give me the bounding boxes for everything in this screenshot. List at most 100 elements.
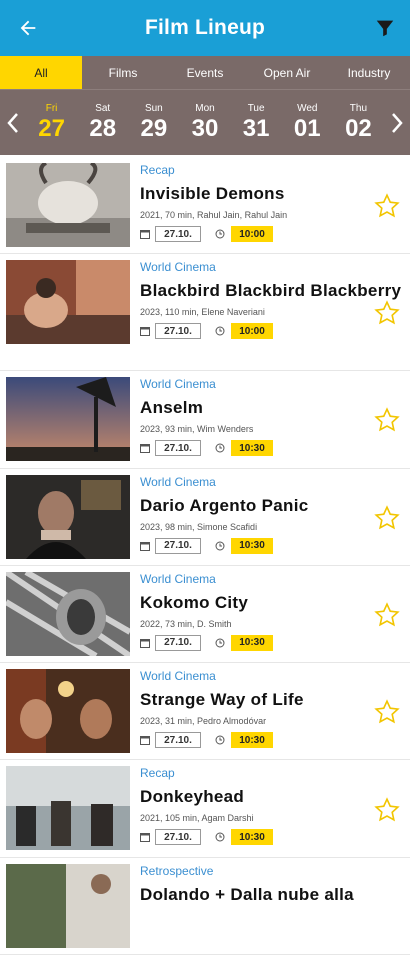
film-date: 27.10. [155,634,201,651]
film-date: 27.10. [155,829,201,846]
film-category: World Cinema [140,474,216,489]
film-category: World Cinema [140,377,216,392]
date-item[interactable]: Thu 02 [333,103,384,143]
date-number: 01 [293,114,321,142]
date-number: 02 [345,114,372,142]
tab-all[interactable]: All [0,56,82,89]
film-date: 27.10. [155,537,201,554]
date-weekday: Sun [144,102,163,114]
film-date: 27.10. [155,732,201,749]
category-tabs: All Films Events Open Air Industry [0,56,410,89]
film-title: Dolando + Dalla nube alla [140,884,354,904]
film-row[interactable]: World Cinema Kokomo City 2022, 73 min, D… [0,566,410,664]
film-thumbnail [6,260,130,345]
favorite-star-icon[interactable] [374,300,400,326]
calendar-icon [140,736,150,746]
clock-icon [215,443,225,453]
film-meta: 2023, 93 min, Wim Wenders [140,424,254,435]
date-weekday: Fri [45,102,58,114]
tab-open-air[interactable]: Open Air [246,56,328,89]
favorite-star-icon[interactable] [374,193,400,219]
date-weekday: Wed [297,102,318,114]
film-date: 27.10. [155,440,201,457]
film-row[interactable]: Retrospective Dolando + Dalla nube alla [0,858,410,955]
film-title: Kokomo City [140,592,249,612]
date-item[interactable]: Mon 30 [179,103,230,143]
date-item[interactable]: Tue 31 [231,103,282,143]
film-category: World Cinema [140,669,216,684]
calendar-icon [140,833,150,843]
film-row[interactable]: World Cinema Blackbird Blackbird Blackbe… [0,254,410,372]
clock-icon [215,541,225,551]
film-time: 10:30 [231,732,273,749]
film-thumbnail [6,163,130,247]
clock-icon [215,735,225,745]
film-thumbnail [6,377,130,462]
film-schedule: 27.10. 10:00 [140,226,410,242]
film-category: World Cinema [140,571,216,586]
film-thumbnail [6,669,130,754]
film-title: Anselm [140,398,204,418]
film-row[interactable]: Recap Invisible Demons 2021, 70 min, Rah… [0,157,410,255]
film-meta: 2021, 105 min, Agam Darshi [140,813,254,824]
date-item[interactable]: Wed 01 [282,103,333,143]
date-item[interactable]: Sun 29 [128,103,179,143]
film-thumbnail [6,863,130,948]
film-schedule: 27.10. 10:30 [140,634,410,651]
film-category: Recap [140,163,175,177]
favorite-star-icon[interactable] [374,796,400,823]
film-time: 10:00 [231,226,273,242]
page-title: Film Lineup [144,16,266,39]
film-thumbnail [6,571,130,656]
chevron-left-icon[interactable] [0,90,26,155]
date-item[interactable]: Fri 27 [26,103,77,143]
date-weekday: Mon [195,102,215,114]
film-title: Blackbird Blackbird Blackberry [140,281,402,301]
favorite-star-icon[interactable] [374,504,400,531]
film-schedule: 27.10. 10:30 [140,829,410,846]
calendar-icon [140,444,150,454]
film-meta: 2023, 98 min, Simone Scafidi [140,521,258,532]
film-meta: 2023, 110 min, Elene Naveriani [140,307,265,318]
film-schedule: 27.10. 10:00 [140,323,410,340]
film-title: Invisible Demons [140,184,285,203]
film-row[interactable]: World Cinema Strange Way of Life 2023, 3… [0,663,410,761]
film-schedule: 27.10. 10:30 [140,537,410,554]
tab-industry[interactable]: Industry [328,56,410,89]
clock-icon [215,229,225,239]
calendar-icon [140,541,150,551]
film-category: Retrospective [140,863,214,878]
favorite-star-icon[interactable] [374,699,400,725]
clock-icon [215,832,225,842]
film-row[interactable]: World Cinema Anselm 2023, 93 min, Wim We… [0,371,410,469]
date-item[interactable]: Sat 28 [77,103,128,143]
film-row[interactable]: Recap Donkeyhead 2021, 105 min, Agam Dar… [0,760,410,858]
film-schedule: 27.10. 10:30 [140,440,410,457]
date-weekday: Thu [349,102,368,114]
date-number: 28 [89,114,117,142]
date-number: 30 [191,114,219,142]
film-time: 10:00 [231,323,273,340]
chevron-right-icon[interactable] [384,90,410,155]
calendar-icon [140,327,150,337]
date-weekday: Tue [247,102,265,114]
tab-films[interactable]: Films [82,56,164,89]
back-arrow-icon[interactable] [14,14,42,42]
film-title: Donkeyhead [140,787,245,807]
favorite-star-icon[interactable] [374,407,400,433]
film-schedule: 27.10. 10:30 [140,732,410,749]
film-time: 10:30 [231,440,273,457]
film-thumbnail [6,766,130,851]
filter-icon[interactable] [372,15,398,41]
clock-icon [215,638,225,648]
favorite-star-icon[interactable] [374,602,400,628]
calendar-icon [140,230,150,239]
film-row[interactable]: World Cinema Dario Argento Panic 2023, 9… [0,469,410,566]
film-title: Dario Argento Panic [140,495,309,515]
film-meta: 2021, 70 min, Rahul Jain, Rahul Jain [140,210,288,220]
date-number: 29 [140,114,168,142]
tab-events[interactable]: Events [164,56,246,89]
film-thumbnail [6,474,130,559]
film-time: 10:30 [231,829,273,846]
date-selector: Fri 27 Sat 28 Sun 29 Mon 30 Tue 31 Wed 0… [0,89,410,155]
